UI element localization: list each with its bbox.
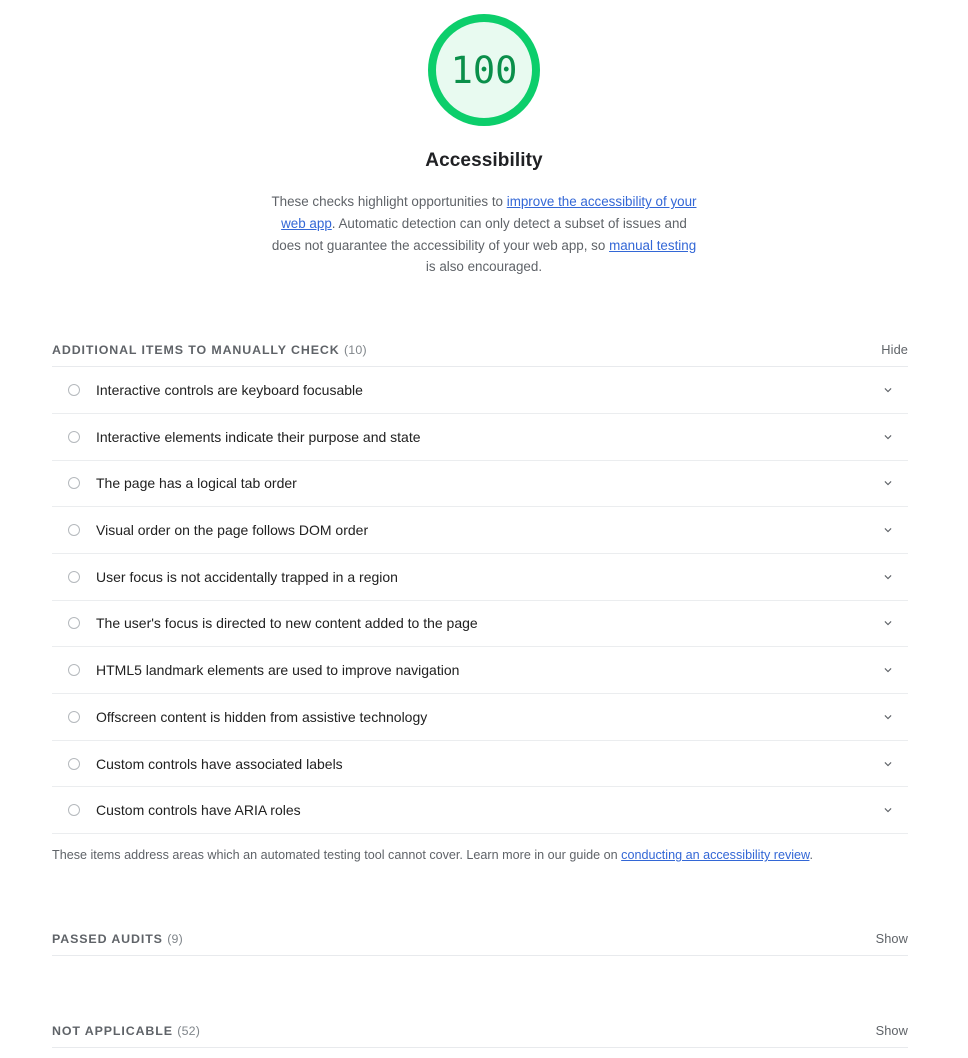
passed-section-show-button[interactable]: Show	[876, 931, 908, 946]
audit-title: HTML5 landmark elements are used to impr…	[96, 662, 460, 679]
not-applicable-section: NOT APPLICABLE (52) Show	[52, 1023, 908, 1049]
not-applicable-section-show-button[interactable]: Show	[876, 1023, 908, 1038]
manual-note-text-1: These items address areas which an autom…	[52, 848, 622, 863]
chevron-down-icon[interactable]	[868, 523, 908, 537]
not-applicable-section-title-text: NOT APPLICABLE	[52, 1024, 173, 1039]
circle-outline-icon	[52, 477, 96, 490]
not-applicable-section-header: NOT APPLICABLE (52) Show	[52, 1023, 908, 1049]
manual-section-hide-button[interactable]: Hide	[881, 342, 908, 357]
audit-row[interactable]: Interactive controls are keyboard focusa…	[52, 367, 908, 414]
manual-section-title: ADDITIONAL ITEMS TO MANUALLY CHECK (10)	[52, 343, 367, 357]
not-applicable-section-title: NOT APPLICABLE (52)	[52, 1024, 200, 1038]
audit-title: The user's focus is directed to new cont…	[96, 615, 478, 632]
category-description: These checks highlight opportunities to …	[266, 191, 702, 278]
audit-title: Visual order on the page follows DOM ord…	[96, 522, 369, 539]
audit-title: Offscreen content is hidden from assisti…	[96, 708, 428, 725]
passed-section-title-text: PASSED AUDITS	[52, 932, 163, 947]
page-title: Accessibility	[425, 150, 543, 171]
description-text-1: These checks highlight opportunities to	[271, 194, 507, 209]
not-applicable-section-count: (52)	[177, 1024, 201, 1039]
score-gauge-container: 100 Accessibility	[0, 0, 968, 172]
audit-row[interactable]: The user's focus is directed to new cont…	[52, 601, 908, 648]
chevron-down-icon[interactable]	[868, 757, 908, 771]
circle-outline-icon	[52, 617, 96, 630]
chevron-down-icon[interactable]	[868, 616, 908, 630]
audit-title: User focus is not accidentally trapped i…	[96, 568, 398, 585]
chevron-down-icon[interactable]	[868, 383, 908, 397]
audit-row[interactable]: User focus is not accidentally trapped i…	[52, 554, 908, 601]
audit-title: Interactive elements indicate their purp…	[96, 428, 421, 445]
passed-audits-section: PASSED AUDITS (9) Show	[52, 931, 908, 957]
circle-outline-icon	[52, 524, 96, 537]
score-value: 100	[450, 48, 518, 92]
manual-section-header: ADDITIONAL ITEMS TO MANUALLY CHECK (10) …	[52, 342, 908, 368]
chevron-down-icon[interactable]	[868, 803, 908, 817]
audit-row[interactable]: Custom controls have associated labels	[52, 741, 908, 788]
manual-audit-list: Interactive controls are keyboard focusa…	[52, 367, 908, 835]
audit-row[interactable]: Offscreen content is hidden from assisti…	[52, 694, 908, 741]
audit-title: Custom controls have associated labels	[96, 755, 343, 772]
circle-outline-icon	[52, 570, 96, 583]
circle-outline-icon	[52, 384, 96, 397]
circle-outline-icon	[52, 430, 96, 443]
passed-section-title: PASSED AUDITS (9)	[52, 932, 183, 946]
audit-title: The page has a logical tab order	[96, 475, 297, 492]
chevron-down-icon[interactable]	[868, 570, 908, 584]
audit-row[interactable]: Custom controls have ARIA roles	[52, 787, 908, 835]
chevron-down-icon[interactable]	[868, 430, 908, 444]
audit-row[interactable]: HTML5 landmark elements are used to impr…	[52, 647, 908, 694]
circle-outline-icon	[52, 804, 96, 817]
manual-check-section: ADDITIONAL ITEMS TO MANUALLY CHECK (10) …	[52, 342, 908, 835]
chevron-down-icon[interactable]	[868, 710, 908, 724]
manual-section-title-text: ADDITIONAL ITEMS TO MANUALLY CHECK	[52, 343, 340, 358]
circle-outline-icon	[52, 757, 96, 770]
audit-row[interactable]: Visual order on the page follows DOM ord…	[52, 507, 908, 554]
audit-row[interactable]: Interactive elements indicate their purp…	[52, 414, 908, 461]
chevron-down-icon[interactable]	[868, 663, 908, 677]
audit-title: Custom controls have ARIA roles	[96, 802, 301, 819]
manual-note-text-2: .	[809, 848, 813, 863]
audit-row[interactable]: The page has a logical tab order	[52, 461, 908, 508]
circle-outline-icon	[52, 710, 96, 723]
chevron-down-icon[interactable]	[868, 476, 908, 490]
circle-outline-icon	[52, 664, 96, 677]
lighthouse-accessibility-report: 100 Accessibility These checks highlight…	[0, 0, 968, 1049]
description-text-3: is also encouraged.	[425, 259, 543, 275]
accessibility-review-guide-link[interactable]: conducting an accessibility review	[621, 848, 809, 862]
audit-title: Interactive controls are keyboard focusa…	[96, 382, 363, 399]
accessibility-score-gauge: 100	[428, 14, 540, 126]
manual-section-count: (10)	[343, 343, 367, 358]
manual-section-note: These items address areas which an autom…	[52, 846, 908, 864]
passed-section-count: (9)	[167, 932, 183, 947]
manual-testing-link[interactable]: manual testing	[609, 238, 696, 253]
passed-section-header: PASSED AUDITS (9) Show	[52, 931, 908, 957]
